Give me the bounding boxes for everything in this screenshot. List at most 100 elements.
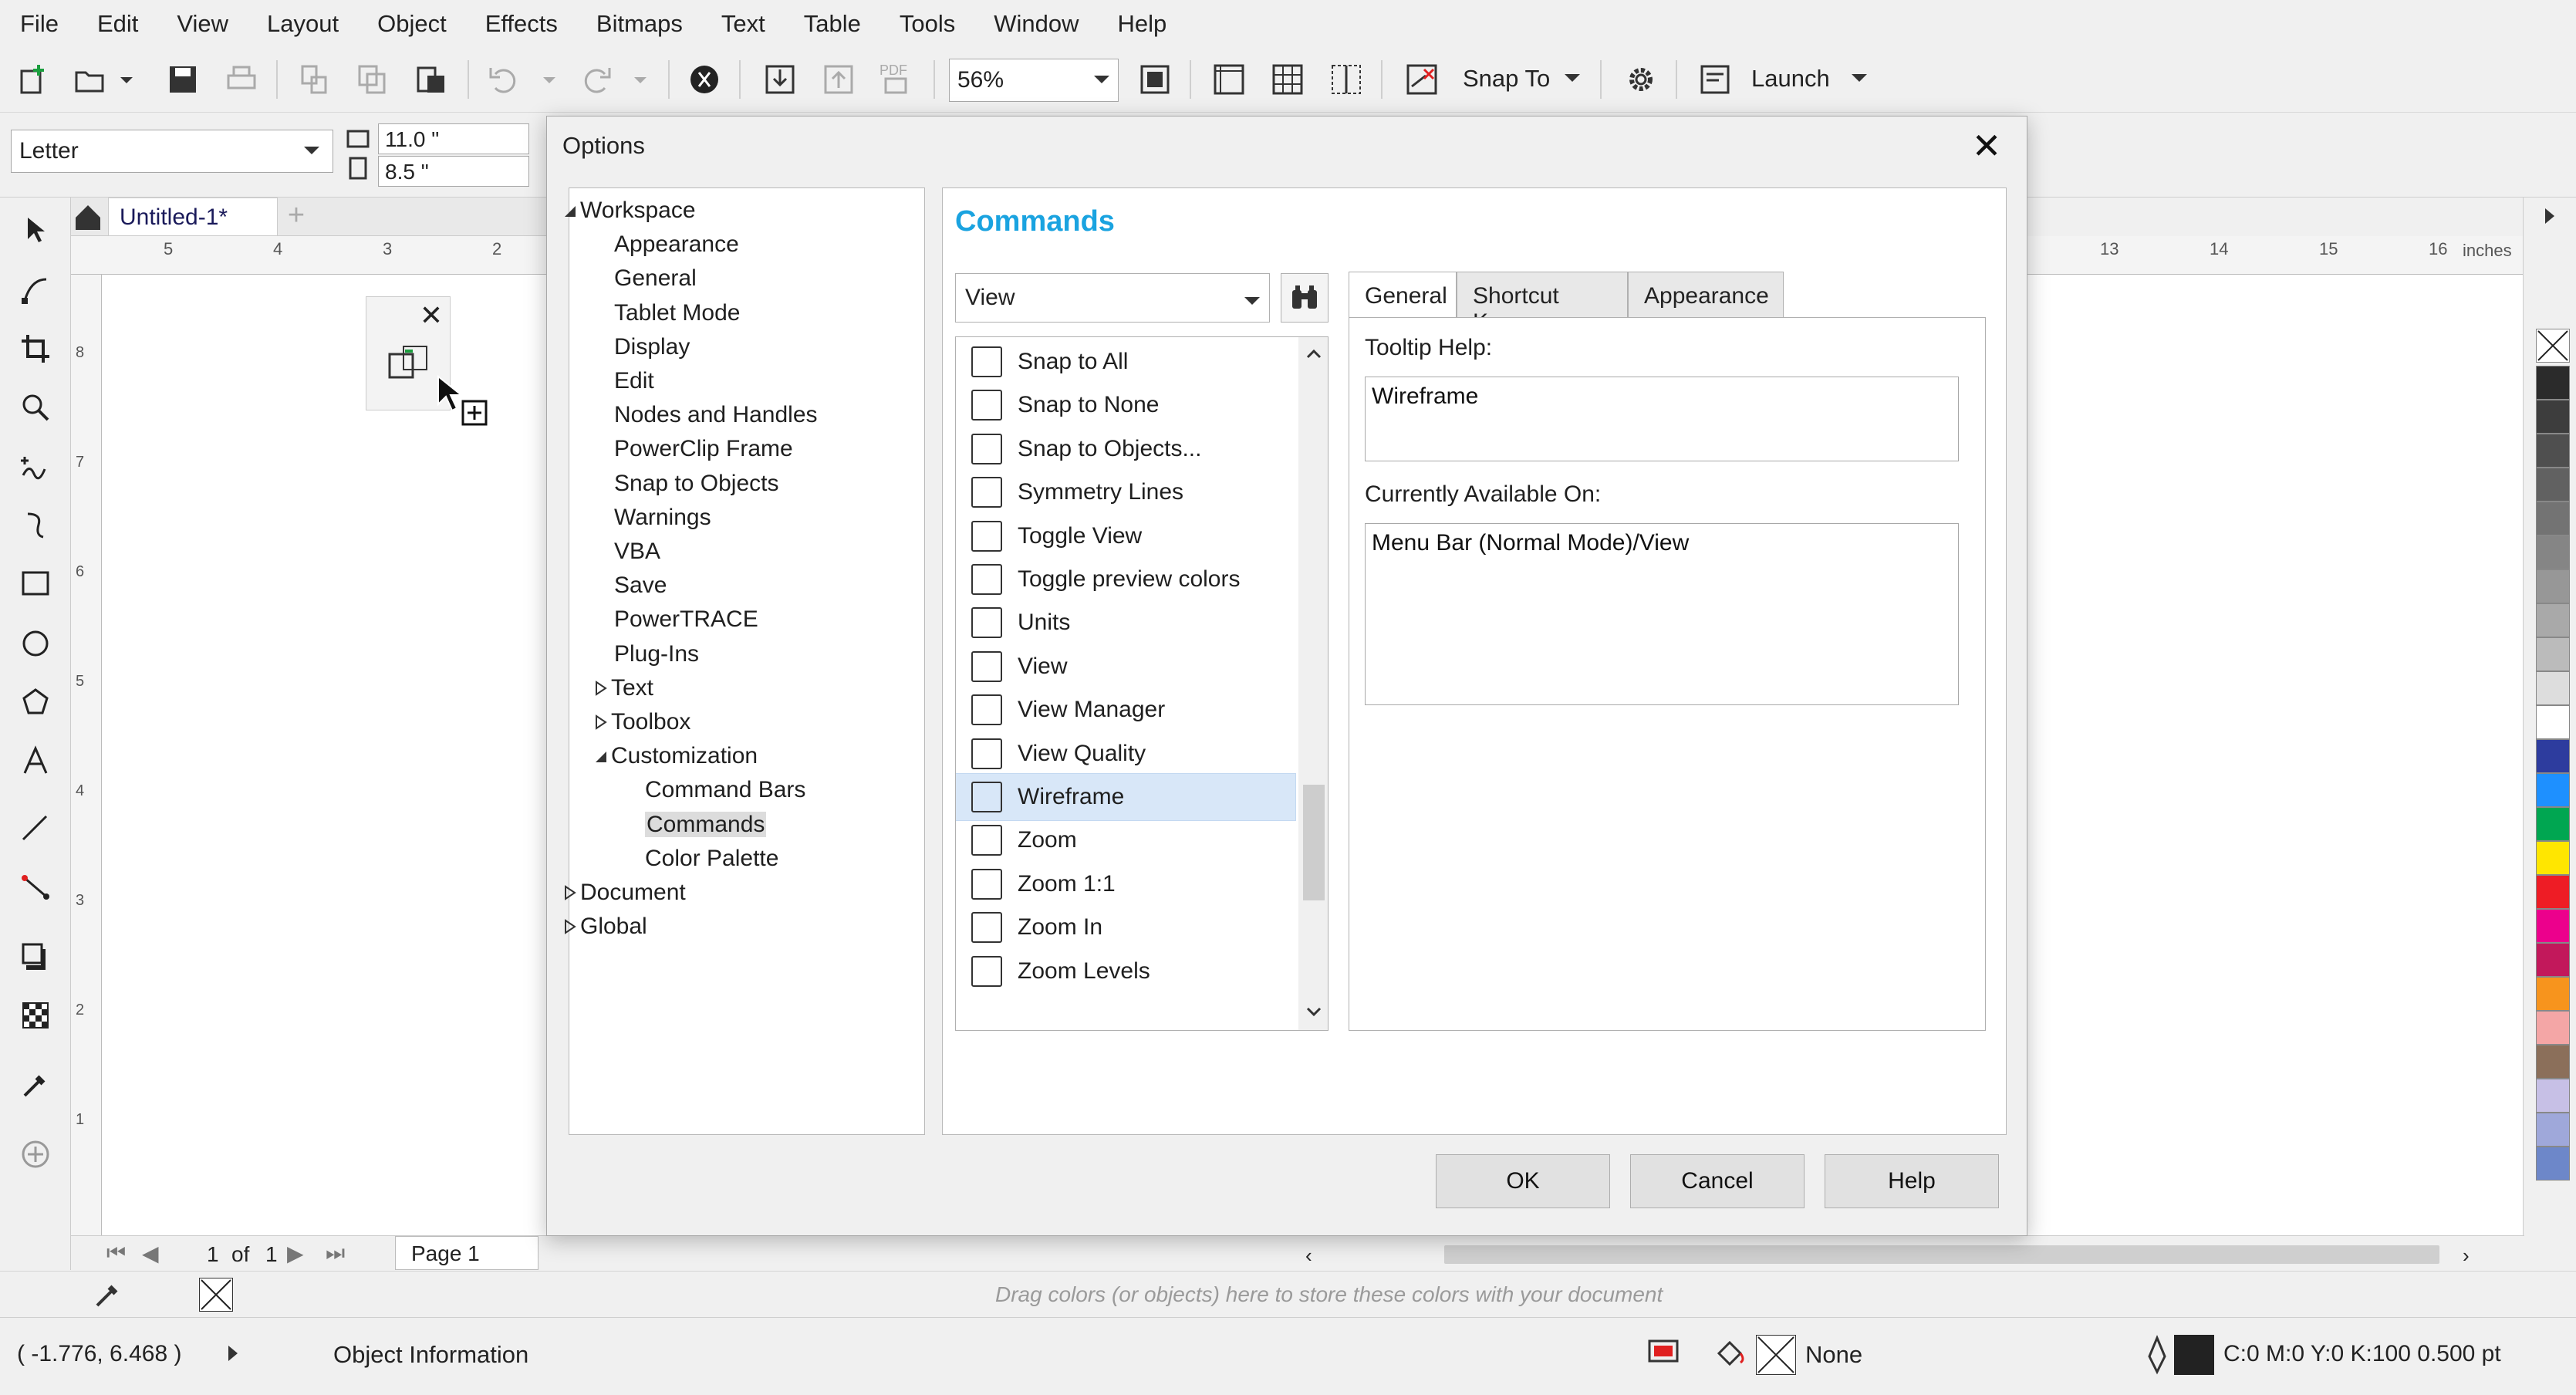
tree-expand-icon[interactable]	[594, 710, 611, 736]
command-item[interactable]: Snap to All	[956, 339, 1295, 385]
color-swatch[interactable]	[2536, 434, 2570, 468]
corel-connect-icon[interactable]	[688, 63, 721, 96]
tree-item-powertrace[interactable]: PowerTRACE	[614, 606, 758, 633]
shape-tool-icon[interactable]	[14, 269, 57, 312]
launch-dropdown-icon[interactable]	[1850, 71, 1869, 90]
color-swatch[interactable]	[2536, 807, 2570, 841]
tree-item-nodes-and-handles[interactable]: Nodes and Handles	[614, 402, 818, 428]
color-swatch[interactable]	[2536, 535, 2570, 569]
palette-scroll-right-icon[interactable]	[2542, 207, 2557, 229]
scroll-right-icon[interactable]: ›	[2463, 1244, 2470, 1268]
tree-expand-icon[interactable]	[563, 880, 580, 907]
export-icon[interactable]	[822, 63, 855, 96]
paper-size-dropdown-icon[interactable]	[302, 144, 321, 163]
tree-item-command-bars[interactable]: Command Bars	[645, 777, 805, 803]
last-page-icon[interactable]: ⏭	[326, 1241, 345, 1266]
page-height-input[interactable]: 8.5 "	[378, 156, 529, 187]
command-item[interactable]: Zoom	[956, 817, 1295, 863]
save-icon[interactable]	[167, 63, 199, 96]
command-item[interactable]: View Quality	[956, 731, 1295, 777]
menu-item-edit[interactable]: Edit	[97, 10, 138, 38]
launch-icon[interactable]	[1699, 63, 1731, 96]
color-swatch[interactable]	[2536, 637, 2570, 671]
horizontal-scrollbar[interactable]	[1444, 1245, 2439, 1264]
scroll-left-icon[interactable]: ‹	[1305, 1244, 1312, 1268]
command-category-select[interactable]: View	[955, 273, 1270, 323]
tooltip-help-field[interactable]: Wireframe	[1365, 377, 1959, 461]
help-button[interactable]: Help	[1825, 1154, 1999, 1208]
tree-item-tablet-mode[interactable]: Tablet Mode	[614, 300, 740, 326]
tab-shortcut-keys[interactable]: Shortcut Keys	[1457, 272, 1628, 335]
drop-shadow-tool-icon[interactable]	[14, 935, 57, 978]
page-tab[interactable]: Page 1	[395, 1236, 538, 1270]
launch-button[interactable]: Launch	[1751, 65, 1830, 93]
menu-item-effects[interactable]: Effects	[485, 10, 558, 38]
tree-item-warnings[interactable]: Warnings	[614, 505, 711, 531]
color-swatch[interactable]	[2536, 366, 2570, 400]
tree-collapse-icon[interactable]	[563, 198, 580, 225]
command-item[interactable]: Zoom 1:1	[956, 861, 1295, 907]
color-swatch[interactable]	[2536, 1147, 2570, 1181]
document-tab[interactable]: Untitled-1*	[108, 198, 278, 236]
color-swatch[interactable]	[2536, 1079, 2570, 1113]
transparency-tool-icon[interactable]	[14, 994, 57, 1037]
wireframe-drag-icon[interactable]	[385, 343, 431, 390]
tree-item-global[interactable]: Global	[565, 914, 647, 941]
menu-item-bitmaps[interactable]: Bitmaps	[596, 10, 683, 38]
tab-appearance[interactable]: Appearance	[1628, 272, 1784, 318]
currently-available-field[interactable]: Menu Bar (Normal Mode)/View	[1365, 523, 1959, 705]
menu-item-help[interactable]: Help	[1118, 10, 1167, 38]
pick-tool-icon[interactable]	[14, 208, 57, 252]
redo-dropdown-icon[interactable]	[631, 63, 650, 96]
menu-item-tools[interactable]: Tools	[900, 10, 955, 38]
find-command-button[interactable]	[1281, 273, 1329, 323]
command-item[interactable]: Zoom In	[956, 904, 1295, 951]
open-icon[interactable]	[74, 63, 106, 96]
color-swatch[interactable]	[2536, 943, 2570, 977]
import-icon[interactable]	[764, 63, 796, 96]
ok-button[interactable]: OK	[1436, 1154, 1610, 1208]
color-swatch[interactable]	[2536, 1045, 2570, 1079]
menu-item-text[interactable]: Text	[721, 10, 765, 38]
tree-item-plug-ins[interactable]: Plug-Ins	[614, 641, 699, 667]
color-swatch[interactable]	[2536, 671, 2570, 705]
tree-item-general[interactable]: General	[614, 265, 697, 292]
tree-expand-icon[interactable]	[563, 914, 580, 941]
status-expand-icon[interactable]	[225, 1344, 241, 1366]
snap-to-dropdown-icon[interactable]	[1563, 71, 1582, 90]
zoom-tool-icon[interactable]	[14, 386, 57, 429]
polygon-tool-icon[interactable]	[14, 681, 57, 724]
command-item[interactable]: Wireframe	[956, 773, 1296, 821]
dialog-close-icon[interactable]: ✕	[1967, 126, 2007, 166]
text-tool-icon[interactable]	[14, 739, 57, 782]
publish-pdf-icon[interactable]: PDF	[879, 63, 912, 96]
color-swatch[interactable]	[2536, 468, 2570, 502]
options-gear-icon[interactable]	[1625, 63, 1657, 96]
tree-item-toolbox[interactable]: Toolbox	[596, 709, 690, 736]
tree-item-appearance[interactable]: Appearance	[614, 231, 739, 258]
color-swatch[interactable]	[2536, 773, 2570, 807]
tree-item-workspace[interactable]: Workspace	[565, 198, 696, 225]
undo-icon[interactable]	[488, 63, 520, 96]
tree-item-text[interactable]: Text	[596, 675, 653, 702]
command-item[interactable]: Snap to None	[956, 382, 1295, 428]
color-swatch[interactable]	[2536, 569, 2570, 603]
color-swatch[interactable]	[2536, 1011, 2570, 1045]
tree-item-commands[interactable]: Commands	[645, 811, 767, 838]
color-swatch[interactable]	[2536, 875, 2570, 909]
rectangle-tool-icon[interactable]	[14, 562, 57, 605]
tree-item-powerclip-frame[interactable]: PowerClip Frame	[614, 436, 793, 462]
color-swatch[interactable]	[2536, 909, 2570, 943]
color-swatch[interactable]	[2536, 705, 2570, 739]
page-width-input[interactable]: 11.0 "	[378, 123, 529, 154]
menu-item-view[interactable]: View	[177, 10, 228, 38]
menu-item-file[interactable]: File	[20, 10, 59, 38]
zoom-level-dropdown-icon[interactable]	[1085, 59, 1119, 102]
tree-item-color-palette[interactable]: Color Palette	[645, 846, 778, 872]
menu-item-object[interactable]: Object	[377, 10, 447, 38]
command-item[interactable]: View	[956, 643, 1295, 690]
first-page-icon[interactable]: ⏮	[106, 1241, 126, 1266]
command-item[interactable]: Toggle View	[956, 513, 1295, 559]
artistic-media-tool-icon[interactable]	[14, 503, 57, 546]
scroll-thumb[interactable]	[1303, 785, 1325, 900]
